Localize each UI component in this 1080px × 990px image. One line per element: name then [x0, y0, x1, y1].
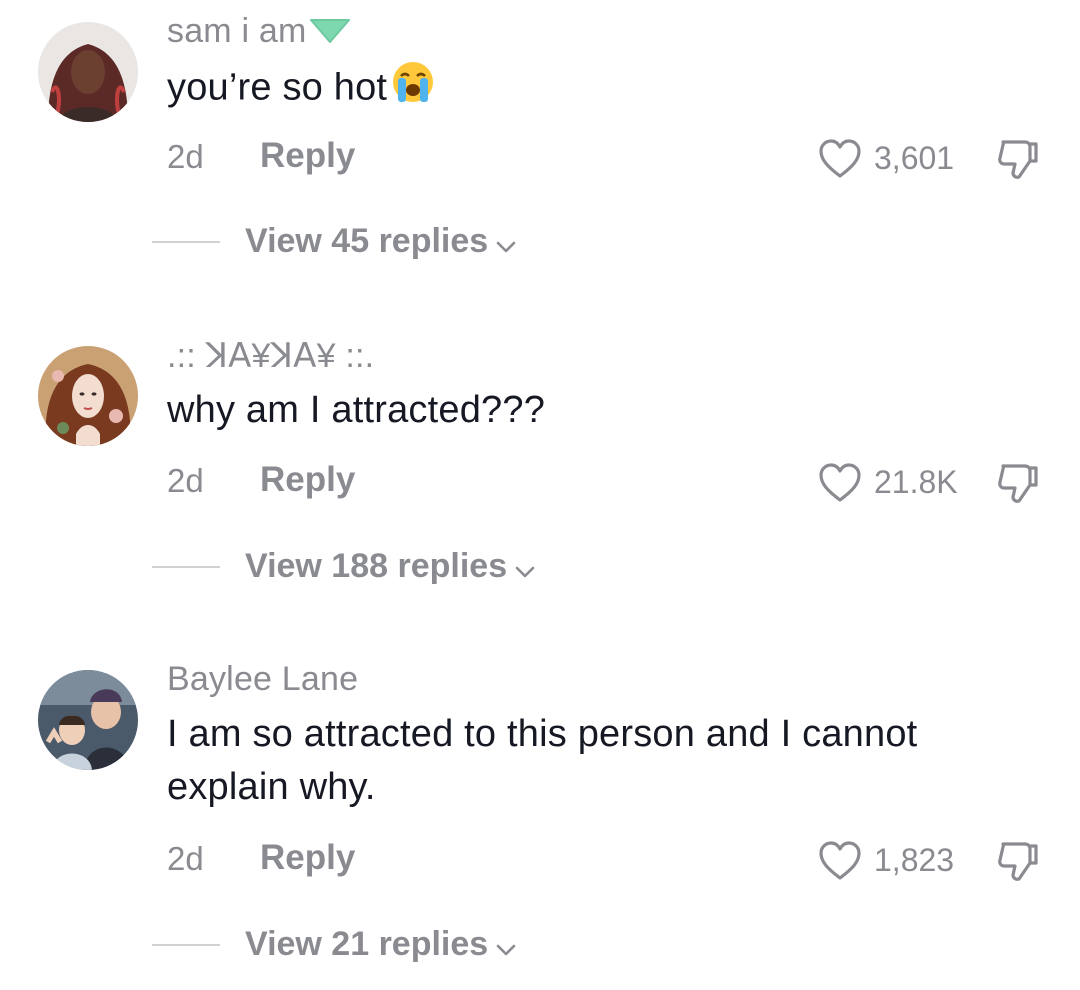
comment-text: I am so attracted to this person and I c… — [167, 713, 918, 808]
reply-button[interactable]: Reply — [260, 838, 355, 878]
username[interactable]: Baylee Lane — [167, 660, 358, 699]
comment-item: Baylee Lane I am so attracted to this pe… — [0, 0, 1080, 990]
thumbs-down-outline-icon[interactable] — [995, 838, 1041, 884]
avatar[interactable] — [38, 670, 138, 770]
timestamp: 2d — [167, 840, 204, 877]
heart-outline-icon[interactable] — [818, 840, 862, 882]
view-replies-button[interactable]: View 21 replies — [245, 925, 516, 966]
like-count: 1,823 — [874, 842, 955, 878]
divider — [152, 944, 220, 946]
chevron-down-icon — [496, 927, 516, 966]
